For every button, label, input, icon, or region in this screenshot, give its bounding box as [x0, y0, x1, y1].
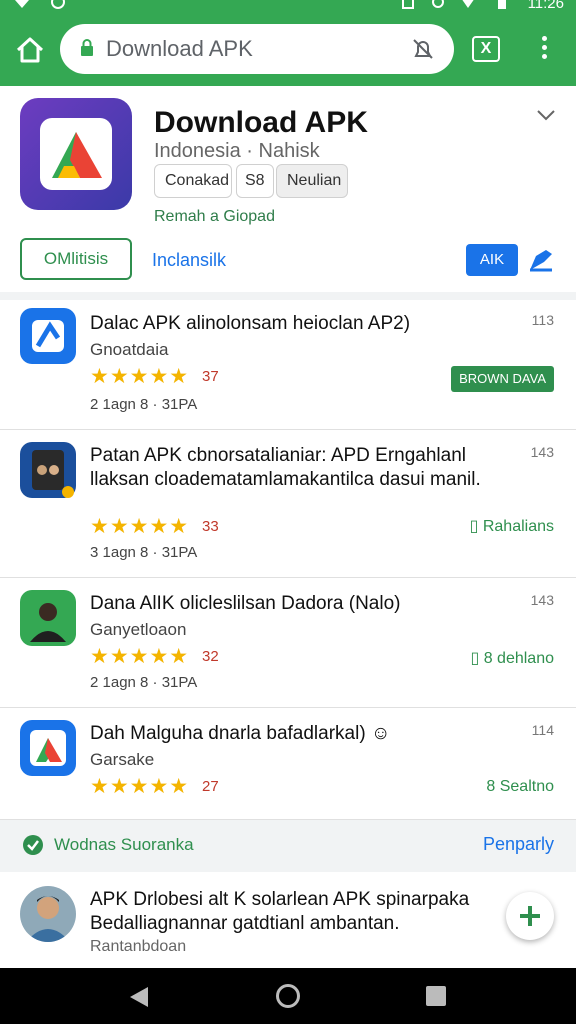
item-meta: 2 1agn 8 · 31PA — [90, 674, 198, 691]
photo-app-icon — [20, 442, 76, 498]
tabs-button[interactable]: X — [472, 36, 500, 62]
item-action-label: 8 dehlano — [483, 650, 554, 667]
item-count: 143 — [530, 444, 554, 460]
address-bar[interactable]: Download APK — [60, 24, 454, 74]
item-action-label: 8 Sealtno — [486, 778, 554, 795]
back-icon[interactable] — [128, 986, 150, 1008]
verified-bar: Wodnas Suoranka Penparly — [0, 820, 576, 872]
app-logo — [20, 98, 132, 210]
item-subtitle: Garsake — [90, 750, 155, 769]
apk-button[interactable]: AIK — [466, 244, 518, 276]
wifi-icon — [15, 0, 29, 8]
item-title: Dana AlIK olicleslilsan Dadora (Nalo) — [90, 593, 401, 614]
app-subtitle: Indonesia · Nahisk — [154, 140, 320, 162]
check-circle-icon — [23, 835, 43, 855]
star-rating: ★★★★★ — [90, 515, 190, 538]
blue-app-icon — [20, 308, 76, 364]
apk-logo-icon — [52, 132, 102, 178]
browser-toolbar: Download APK X — [0, 18, 576, 80]
item-title: Dah Malguha dnarla bafadlarkal) ☺ — [90, 723, 391, 744]
item-action[interactable]: ▯ 8 dehlano — [470, 648, 554, 668]
app-title: Download APK — [154, 106, 368, 139]
item-subtitle: Ganyetloaon — [90, 620, 187, 639]
logo-app-icon — [20, 720, 76, 776]
item-subtitle: Gnoatdaia — [90, 340, 169, 359]
plus-icon — [520, 906, 540, 926]
home-nav-icon[interactable] — [276, 984, 300, 1008]
person-app-icon — [20, 590, 76, 646]
bookmark-icon: ▯ — [469, 518, 483, 535]
rating-count: 32 — [202, 648, 219, 665]
comment-text: APK Drlobesi alt K solarlean APK spinarp… — [90, 889, 470, 934]
browser-chrome: 11:26 Download APK X — [0, 0, 576, 86]
bookmark-icon: ▯ — [470, 650, 484, 667]
star-rating: ★★★★★ — [90, 775, 190, 798]
overflow-menu-icon[interactable] — [534, 32, 554, 68]
item-meta: 3 1agn 8 · 31PA — [90, 544, 198, 561]
rating-count: 33 — [202, 518, 219, 535]
chip-version[interactable]: S8 — [236, 164, 274, 198]
share-icon[interactable] — [526, 244, 556, 274]
status-bar: 11:26 — [0, 0, 576, 14]
rating-count: 37 — [202, 368, 219, 385]
recents-icon[interactable] — [426, 986, 446, 1006]
item-action[interactable]: ▯ Rahalians — [470, 516, 554, 536]
bell-icon[interactable] — [410, 36, 436, 62]
item-count: 143 — [530, 592, 554, 608]
install-link-label: Inclansilk — [152, 250, 227, 270]
nfc-icon — [402, 0, 414, 9]
install-link[interactable]: Inclansilk — [152, 250, 226, 271]
comment-item: APK Drlobesi alt K solarlean APK spinarp… — [0, 874, 576, 968]
item-action-label: Rahalians — [482, 518, 554, 535]
item-count: 113 — [531, 312, 554, 328]
verified-text: Wodnas Suoranka — [54, 835, 194, 854]
item-meta: 2 1agn 8 · 31PA — [90, 396, 198, 413]
add-fab-button[interactable] — [506, 892, 554, 940]
outline-button[interactable]: OMlitisis — [20, 238, 132, 280]
sync-icon — [432, 0, 444, 8]
chevron-down-icon[interactable] — [536, 108, 556, 122]
star-rating: ★★★★★ — [90, 645, 190, 668]
clock-icon — [51, 0, 65, 9]
verified-link[interactable]: Penparly — [483, 834, 554, 855]
list-item[interactable]: Dalac APK alinolonsam heioclan AP2) Gnoa… — [0, 300, 576, 430]
battery-icon — [498, 0, 506, 9]
item-action[interactable]: 8 Sealtno — [486, 778, 554, 796]
section-divider — [0, 292, 576, 300]
signal-icon — [462, 0, 474, 8]
system-nav-bar — [0, 968, 576, 1024]
list-item[interactable]: Dana AlIK olicleslilsan Dadora (Nalo) Ga… — [0, 578, 576, 708]
item-title: Patan APK cbnorsatalianiar: APD Erngahla… — [90, 445, 481, 490]
lock-icon — [81, 39, 93, 56]
star-rating: ★★★★★ — [90, 365, 190, 388]
item-count: 114 — [531, 722, 554, 738]
developer-name[interactable]: Remah a Giopad — [154, 208, 275, 226]
app-header: Download APK Indonesia · Nahisk Conakad … — [0, 86, 576, 294]
list-item[interactable]: Patan APK cbnorsatalianiar: APD Erngahla… — [0, 430, 576, 578]
chip-category[interactable]: Conakad — [154, 164, 232, 198]
home-icon[interactable] — [14, 34, 46, 66]
avatar — [20, 886, 76, 942]
chip-tag[interactable]: Neulian — [276, 164, 348, 198]
rating-count: 27 — [202, 778, 219, 795]
download-button[interactable]: BROWN DAVA — [451, 366, 554, 392]
status-time: 11:26 — [527, 0, 564, 12]
item-title: Dalac APK alinolonsam heioclan AP2) — [90, 313, 411, 334]
address-text: Download APK — [106, 36, 253, 61]
comment-author: Rantanbdoan — [90, 938, 187, 955]
list-item[interactable]: Dah Malguha dnarla bafadlarkal) ☺ Garsak… — [0, 708, 576, 820]
